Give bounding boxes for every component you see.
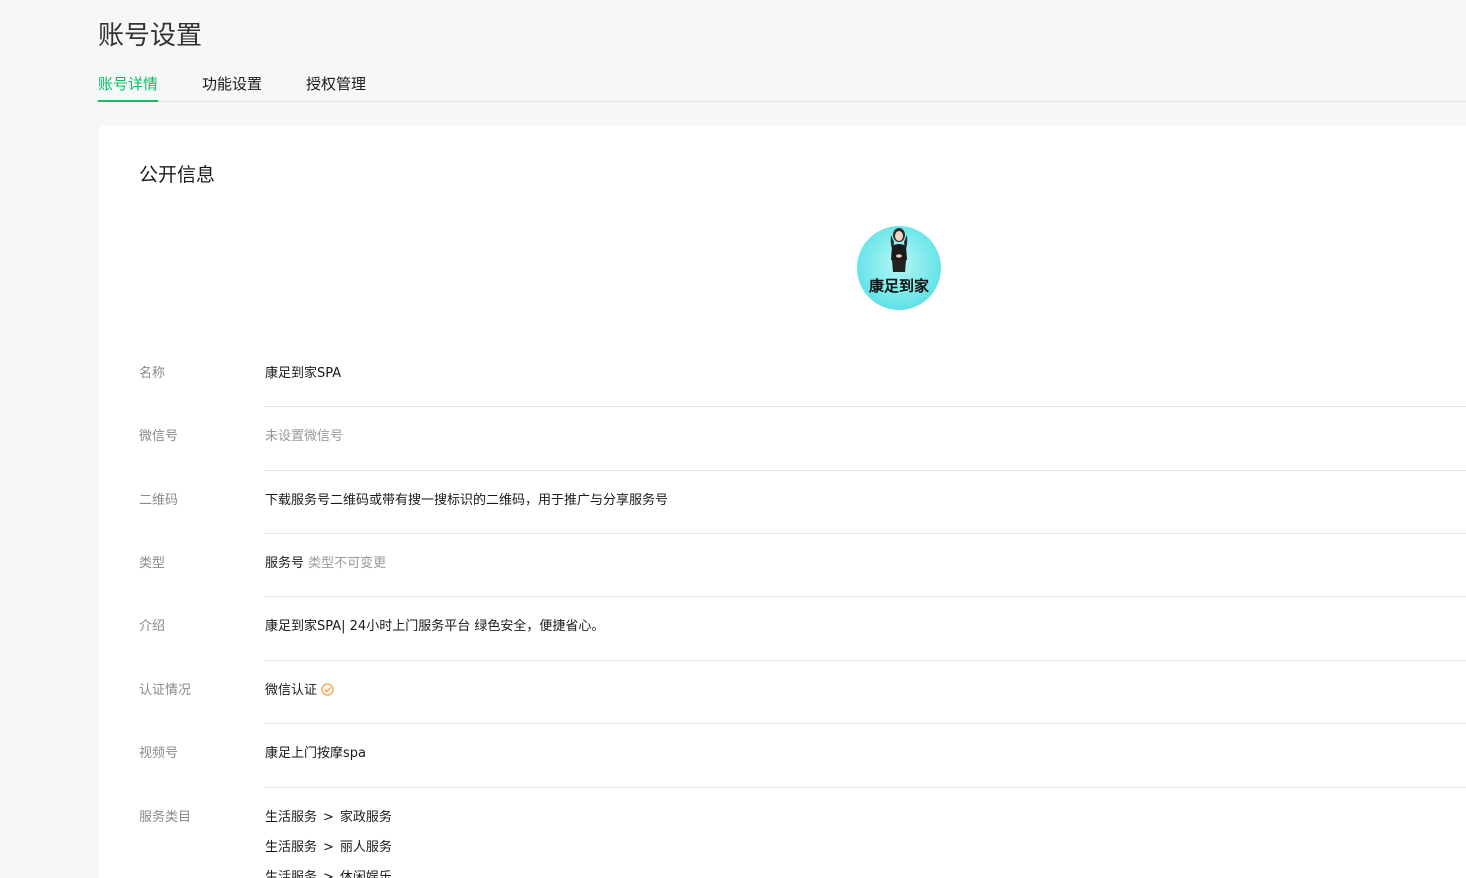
avatar-brand-text: 康足到家	[868, 277, 929, 295]
row-value-qrcode: 下载服务号二维码或带有搜一搜标识的二维码，用于推广与分享服务号	[265, 493, 669, 508]
verification-text: 微信认证	[265, 683, 318, 698]
verified-check-icon	[321, 683, 334, 696]
tab-bar: 账号详情 功能设置 授权管理	[98, 70, 1466, 102]
row-value-intro: 康足到家SPA| 24小时上门服务平台 绿色安全，便捷省心。	[265, 619, 605, 634]
row-divider	[265, 470, 1466, 471]
row-label-type: 类型	[139, 556, 166, 571]
avatar[interactable]: 康足到家	[857, 226, 941, 310]
row-divider	[265, 533, 1466, 534]
category-separator: >	[323, 840, 334, 855]
row-value-wechat-id: 未设置微信号	[265, 429, 344, 444]
category-sub: 休闲娱乐	[339, 870, 392, 878]
category-sub: 丽人服务	[339, 840, 392, 855]
row-value-name: 康足到家SPA	[265, 366, 342, 381]
row-label-name: 名称	[139, 366, 166, 381]
category-separator: >	[323, 870, 334, 878]
category-main: 生活服务	[265, 870, 318, 878]
page-title: 账号设置	[98, 21, 203, 51]
account-details-card: 公开信息 康足到家 名称 康足到家SPA 微信号 未设置微信号 二维码 下载服务…	[99, 126, 1466, 878]
category-list: 生活服务 > 家政服务 生活服务 > 丽人服务 生活服务 > 休闲娱乐	[265, 808, 392, 878]
tab-feature-settings[interactable]: 功能设置	[202, 70, 262, 101]
row-label-qrcode: 二维码	[139, 493, 179, 508]
row-divider	[265, 787, 1466, 788]
row-divider	[265, 723, 1466, 724]
row-divider	[265, 596, 1466, 597]
category-main: 生活服务	[265, 840, 318, 855]
row-label-verification: 认证情况	[139, 683, 192, 698]
row-value-verification: 微信认证	[265, 681, 334, 701]
row-label-categories: 服务类目	[139, 810, 192, 825]
list-item: 生活服务 > 休闲娱乐	[265, 868, 392, 878]
tab-account-details[interactable]: 账号详情	[98, 70, 159, 102]
section-title: 公开信息	[139, 164, 216, 186]
row-divider	[265, 660, 1466, 661]
row-label-wechat-id: 微信号	[139, 429, 179, 444]
category-sub: 家政服务	[339, 810, 392, 825]
row-value-channels: 康足上门按摩spa	[265, 746, 366, 761]
category-main: 生活服务	[265, 810, 318, 825]
avatar-person-icon	[890, 228, 908, 272]
account-type-note: 类型不可变更	[308, 556, 387, 571]
list-item: 生活服务 > 家政服务	[265, 808, 392, 838]
list-item: 生活服务 > 丽人服务	[265, 838, 392, 868]
account-type-text: 服务号	[265, 556, 305, 571]
category-separator: >	[323, 810, 334, 825]
row-value-type: 服务号 类型不可变更	[265, 554, 386, 574]
tab-authorization-management[interactable]: 授权管理	[306, 70, 366, 101]
row-label-intro: 介绍	[139, 619, 166, 634]
row-label-channels: 视频号	[139, 746, 179, 761]
row-divider	[265, 406, 1466, 407]
